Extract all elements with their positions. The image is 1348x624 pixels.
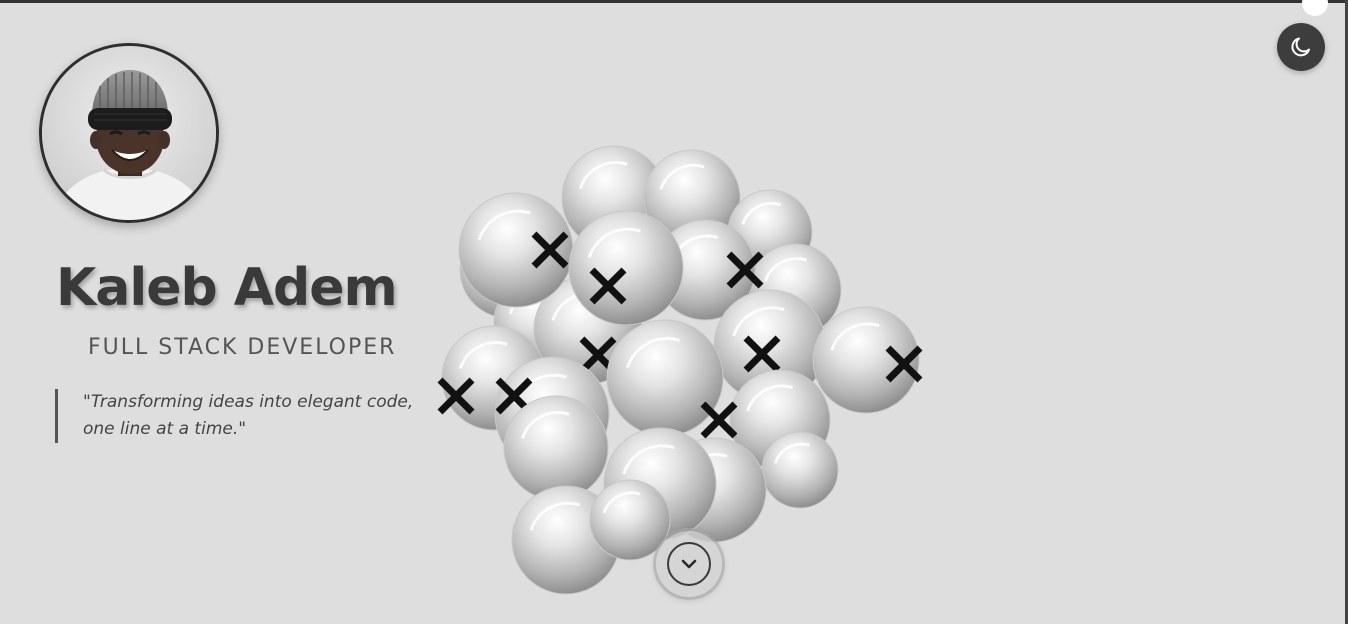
chevron-down-icon [681,559,697,569]
scroll-down-ring [667,542,711,586]
avatar [39,43,219,223]
scroll-down-button[interactable] [656,531,722,597]
scrollbar-thumb[interactable] [1302,0,1328,16]
hero-name: Kaleb Adem [56,258,398,318]
hero-quote: "Transforming ideas into elegant code, o… [55,389,425,443]
profile-photo [42,46,216,220]
top-border [0,0,1348,3]
theme-toggle-button[interactable] [1277,23,1325,71]
hero-role: FULL STACK DEVELOPER [88,335,397,360]
moon-icon [1291,37,1310,57]
hero-section: Kaleb Adem FULL STACK DEVELOPER "Transfo… [0,0,1348,624]
